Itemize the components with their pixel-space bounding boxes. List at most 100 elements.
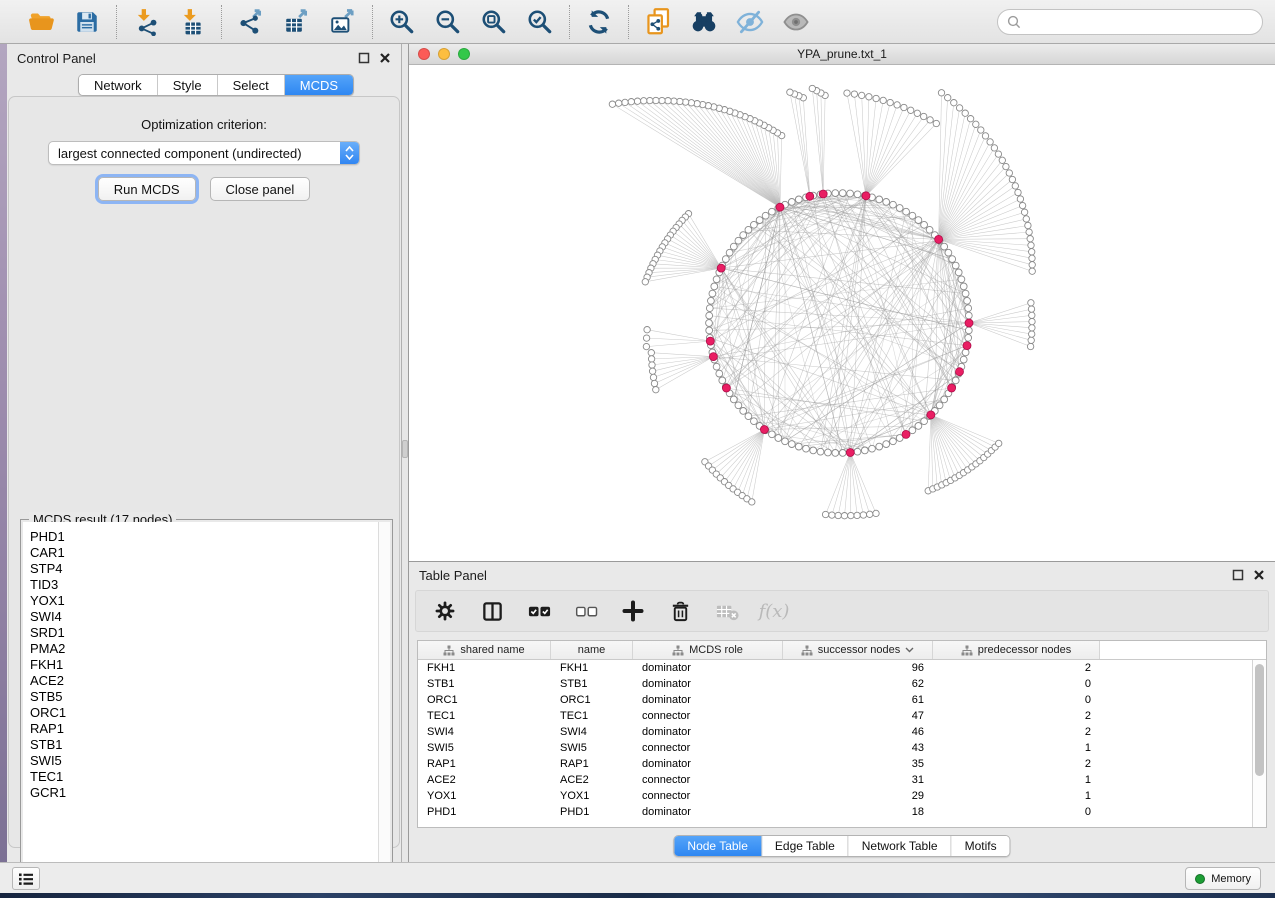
mcds-result-item[interactable]: TEC1 (30, 769, 378, 785)
table-row[interactable]: STB1STB1dominator620 (418, 676, 1266, 692)
column-header-label: successor nodes (818, 644, 901, 656)
table-cell: RAP1 (551, 756, 633, 772)
mcds-result-item[interactable]: STP4 (30, 561, 378, 577)
column-header[interactable]: MCDS role (633, 641, 783, 659)
chevron-down-icon[interactable] (905, 647, 914, 653)
binoculars-button[interactable] (689, 7, 719, 37)
table-row[interactable]: ORC1ORC1dominator610 (418, 692, 1266, 708)
network-node (887, 99, 893, 105)
network-node (735, 237, 742, 244)
tab-network-table[interactable]: Network Table (849, 836, 952, 856)
mcds-result-item[interactable]: STB1 (30, 737, 378, 753)
network-node (1006, 170, 1012, 176)
run-mcds-button[interactable]: Run MCDS (98, 177, 196, 201)
table-row[interactable]: PHD1PHD1dominator180 (418, 804, 1266, 820)
close-panel-icon[interactable] (379, 52, 391, 64)
tab-style[interactable]: Style (158, 75, 218, 95)
network-search-field[interactable] (997, 9, 1263, 35)
network-hub-node (965, 319, 973, 327)
table-body: FKH1FKH1dominator962STB1STB1dominator620… (418, 660, 1266, 820)
save-session-button[interactable] (72, 7, 102, 37)
window-maximize-icon[interactable] (458, 48, 470, 60)
table-row[interactable]: ACE2ACE2connector311 (418, 772, 1266, 788)
tab-node-table[interactable]: Node Table (674, 836, 762, 856)
table-scrollbar-thumb[interactable] (1255, 664, 1264, 776)
mcds-result-item[interactable]: TID3 (30, 577, 378, 593)
import-table-button[interactable] (177, 7, 207, 37)
table-scrollbar[interactable] (1252, 660, 1266, 827)
zoom-selected-button[interactable] (525, 7, 555, 37)
zoom-out-button[interactable] (433, 7, 463, 37)
table-row[interactable]: SWI5SWI5connector431 (418, 740, 1266, 756)
table-cell: 47 (783, 708, 933, 724)
network-node (844, 90, 850, 96)
mcds-result-box: MCDS result (17 nodes) PHD1CAR1STP4TID3Y… (20, 519, 393, 891)
network-node (945, 95, 951, 101)
close-panel-button[interactable]: Close panel (210, 177, 311, 201)
close-panel-icon[interactable] (1253, 569, 1265, 581)
add-column-button[interactable] (620, 598, 646, 624)
window-minimize-icon[interactable] (438, 48, 450, 60)
mcds-result-item[interactable]: CAR1 (30, 545, 378, 561)
import-network-button[interactable] (131, 7, 161, 37)
window-close-icon[interactable] (418, 48, 430, 60)
float-panel-icon[interactable] (358, 52, 370, 64)
column-header[interactable]: shared name (418, 641, 551, 659)
mcds-result-item[interactable]: STB5 (30, 689, 378, 705)
column-header[interactable]: successor nodes (783, 641, 933, 659)
optimization-criterion-select[interactable]: largest connected component (undirected) (48, 141, 360, 165)
search-input[interactable] (1027, 15, 1253, 29)
network-canvas[interactable] (409, 65, 1275, 560)
table-row[interactable]: YOX1YOX1connector291 (418, 788, 1266, 804)
table-row[interactable]: SWI4SWI4dominator462 (418, 724, 1266, 740)
network-node (955, 269, 962, 276)
delete-table-button[interactable] (714, 598, 740, 624)
select-all-button[interactable] (526, 598, 552, 624)
zoom-in-button[interactable] (387, 7, 417, 37)
table-row[interactable]: FKH1FKH1dominator962 (418, 660, 1266, 676)
network-window-titlebar[interactable]: YPA_prune.txt_1 (409, 44, 1275, 65)
show-panels-button[interactable] (12, 867, 40, 890)
memory-label: Memory (1211, 873, 1251, 885)
tab-select[interactable]: Select (218, 75, 285, 95)
export-network-button[interactable] (236, 7, 266, 37)
mcds-result-item[interactable]: RAP1 (30, 721, 378, 737)
network-node (978, 127, 984, 133)
table-cell: 0 (933, 804, 1100, 820)
tab-network[interactable]: Network (79, 75, 158, 95)
memory-button[interactable]: Memory (1185, 867, 1261, 890)
mcds-result-item[interactable]: PHD1 (30, 529, 378, 545)
mcds-result-item[interactable]: SWI4 (30, 609, 378, 625)
export-table-button[interactable] (282, 7, 312, 37)
split-table-button[interactable] (479, 598, 505, 624)
show-all-button[interactable] (781, 7, 811, 37)
table-row[interactable]: TEC1TEC1connector472 (418, 708, 1266, 724)
mcds-result-item[interactable]: SWI5 (30, 753, 378, 769)
mcds-result-item[interactable]: SRD1 (30, 625, 378, 641)
table-options-button[interactable] (432, 598, 458, 624)
mcds-result-item[interactable]: ACE2 (30, 673, 378, 689)
table-row[interactable]: RAP1RAP1dominator352 (418, 756, 1266, 772)
hide-selected-button[interactable] (735, 7, 765, 37)
tab-motifs[interactable]: Motifs (952, 836, 1010, 856)
delete-column-button[interactable] (667, 598, 693, 624)
zoom-fit-button[interactable] (479, 7, 509, 37)
tab-mcds[interactable]: MCDS (285, 75, 353, 95)
clone-network-button[interactable] (643, 7, 673, 37)
tab-edge-table[interactable]: Edge Table (762, 836, 849, 856)
mcds-result-item[interactable]: PMA2 (30, 641, 378, 657)
column-header[interactable]: name (551, 641, 633, 659)
mcds-result-item[interactable]: GCR1 (30, 785, 378, 801)
open-file-button[interactable] (26, 7, 56, 37)
mcds-result-item[interactable]: YOX1 (30, 593, 378, 609)
unselect-all-button[interactable] (573, 598, 599, 624)
mcds-result-item[interactable]: ORC1 (30, 705, 378, 721)
mcds-result-scrollbar[interactable] (378, 522, 390, 888)
function-builder-button[interactable]: f(x) (761, 598, 787, 624)
refresh-button[interactable] (584, 7, 614, 37)
float-panel-icon[interactable] (1232, 569, 1244, 581)
mcds-result-list[interactable]: PHD1CAR1STP4TID3YOX1SWI4SRD1PMA2FKH1ACE2… (23, 522, 378, 888)
column-header[interactable]: predecessor nodes (933, 641, 1100, 659)
mcds-result-item[interactable]: FKH1 (30, 657, 378, 673)
export-image-button[interactable] (328, 7, 358, 37)
